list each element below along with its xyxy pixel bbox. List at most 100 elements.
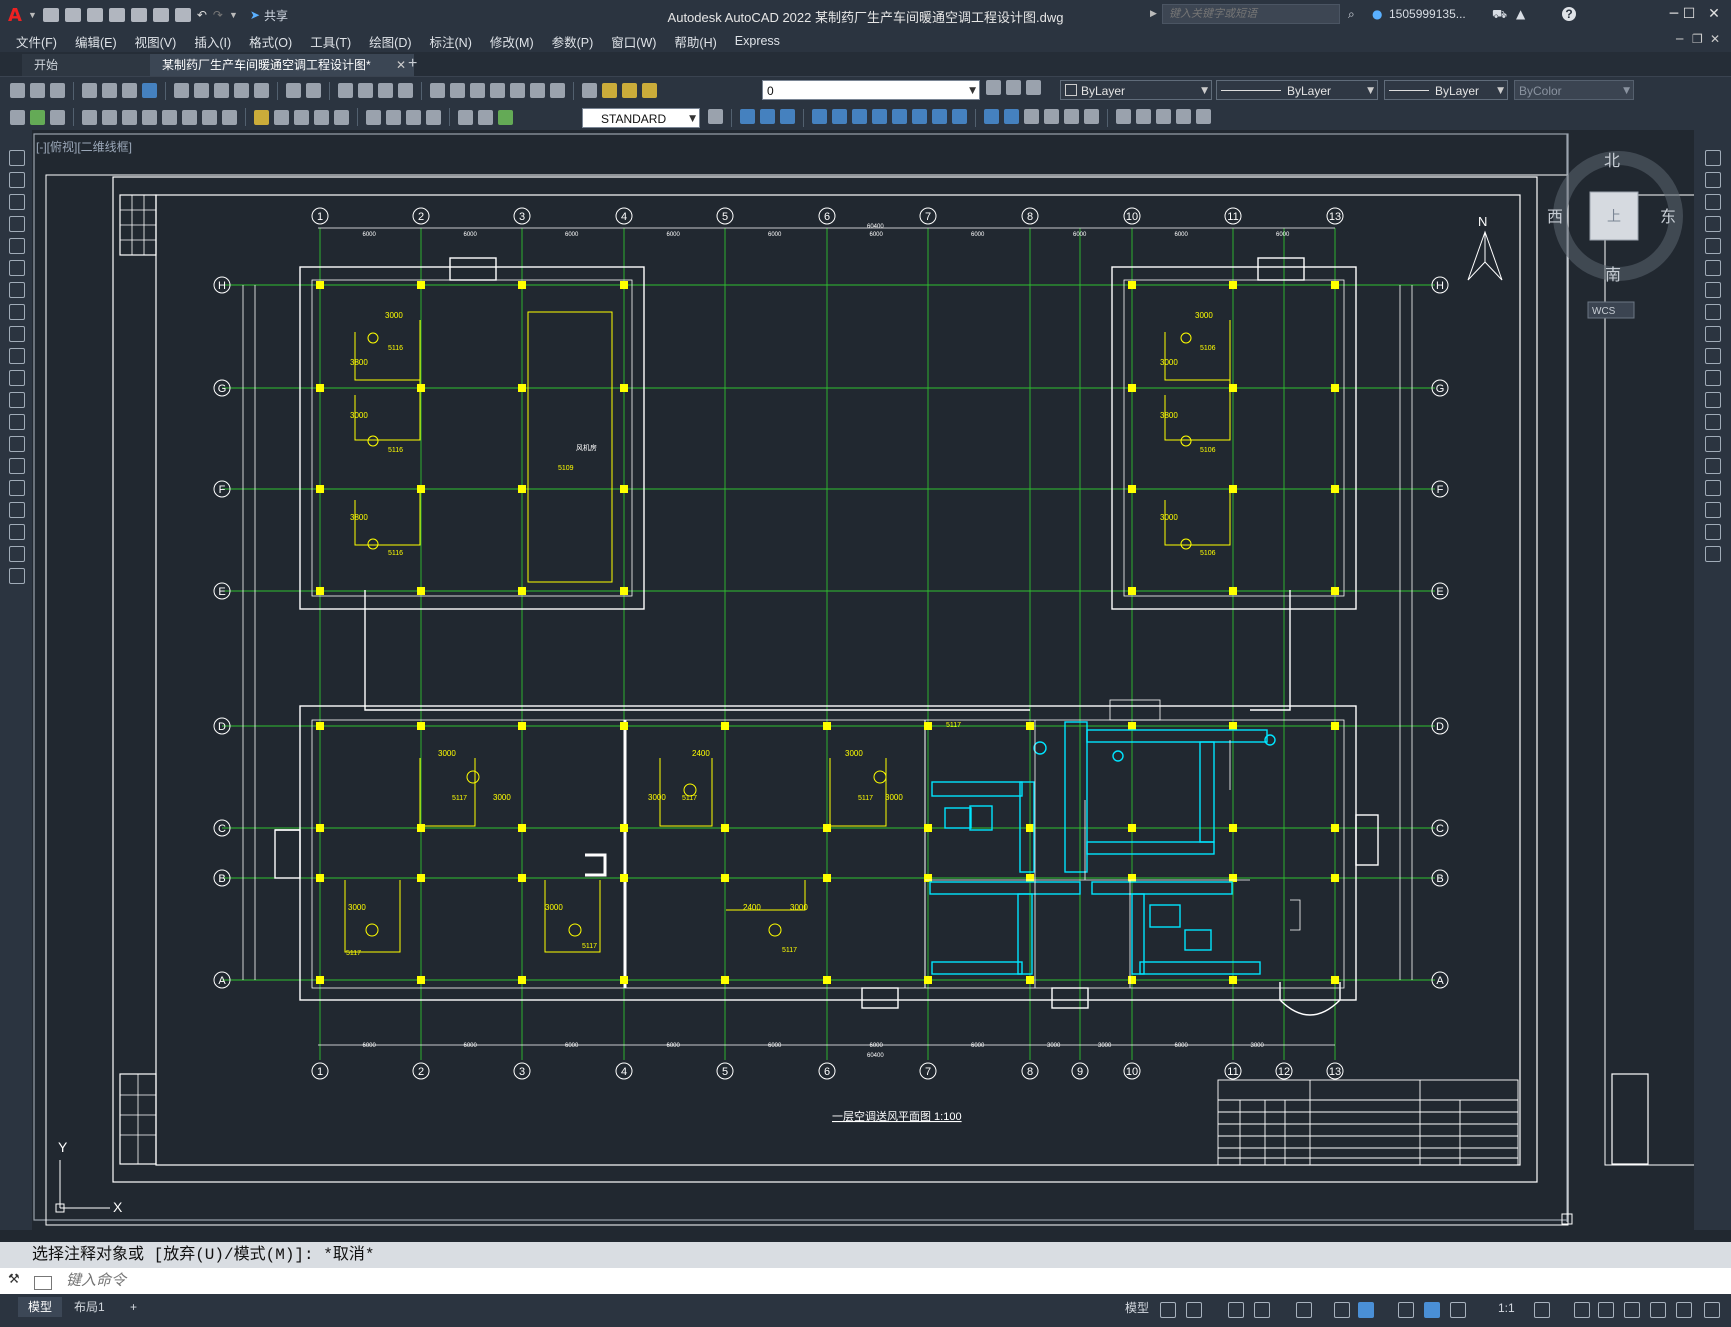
help-icon[interactable]: ?	[1562, 7, 1576, 21]
xline-icon[interactable]	[9, 172, 25, 188]
blend-icon[interactable]	[1705, 502, 1721, 518]
calculator-icon[interactable]	[530, 83, 545, 98]
offset-icon[interactable]	[1705, 216, 1721, 232]
tab-model[interactable]: 模型	[18, 1297, 63, 1317]
dim-baseline-icon[interactable]	[274, 109, 289, 125]
annotation-scale[interactable]: 1:1	[1498, 1300, 1515, 1316]
layer-freeze-icon[interactable]	[622, 83, 637, 98]
make-current-layer-icon[interactable]	[986, 80, 1001, 95]
arc-icon[interactable]	[9, 260, 25, 276]
undo-icon[interactable]	[286, 83, 301, 98]
color-dropdown[interactable]: ByLayer ▼	[1060, 80, 1212, 100]
chamfer-icon[interactable]	[1084, 109, 1099, 124]
auto-scale-icon[interactable]	[1450, 1302, 1466, 1318]
maximize-icon[interactable]: ☐	[1678, 4, 1700, 24]
erase-icon[interactable]	[1705, 150, 1721, 166]
annotation-monitor-icon[interactable]	[1574, 1302, 1590, 1318]
pedit-icon[interactable]	[1196, 109, 1211, 124]
workspace-gear-icon[interactable]	[1534, 1302, 1550, 1318]
pan-icon[interactable]	[338, 83, 353, 98]
cart-icon[interactable]: ⛟	[1492, 7, 1507, 23]
menu-help[interactable]: 帮助(H)	[668, 32, 728, 51]
zoom-window-icon[interactable]	[378, 83, 393, 98]
zoom-realtime-icon[interactable]	[358, 83, 373, 98]
jogged-linear-icon[interactable]	[426, 109, 441, 125]
isolate-objects-icon[interactable]	[1650, 1302, 1666, 1318]
scale-icon[interactable]	[952, 109, 967, 124]
dim-angular-icon[interactable]	[222, 109, 237, 125]
undo-icon[interactable]: ↶	[197, 8, 207, 22]
polygon-icon[interactable]	[9, 216, 25, 232]
layer-match-icon[interactable]	[50, 109, 65, 125]
gradient-icon[interactable]	[9, 480, 25, 496]
linetype-dropdown[interactable]: ByLayer ▼	[1216, 80, 1378, 100]
autocad-logo-icon[interactable]: A	[8, 5, 22, 26]
stretch-icon[interactable]	[1705, 326, 1721, 342]
menu-modify[interactable]: 修改(M)	[484, 32, 546, 51]
group-edit-icon[interactable]	[780, 109, 795, 124]
dimstyle-dropdown[interactable]: STANDARD ▼	[582, 108, 700, 128]
ungroup-icon[interactable]	[760, 109, 775, 124]
tool-palettes-icon[interactable]	[470, 83, 485, 98]
stretch-icon[interactable]	[984, 109, 999, 124]
save-as-icon[interactable]	[108, 8, 125, 22]
open-web-icon[interactable]	[130, 8, 147, 22]
design-center-icon[interactable]	[450, 83, 465, 98]
trim-icon[interactable]	[1004, 109, 1019, 124]
ellipse-icon[interactable]	[9, 348, 25, 364]
rectangle-icon[interactable]	[9, 238, 25, 254]
polyline-icon[interactable]	[9, 194, 25, 210]
new-file-icon[interactable]	[42, 8, 59, 22]
viewcube-north[interactable]: 北	[1604, 152, 1620, 170]
dim-continue-icon[interactable]	[294, 109, 309, 125]
osnap-icon[interactable]	[1358, 1302, 1374, 1318]
block-editor-icon[interactable]	[254, 83, 269, 98]
copy-icon[interactable]	[1705, 172, 1721, 188]
mirror-icon[interactable]	[1705, 194, 1721, 210]
menu-insert[interactable]: 插入(I)	[188, 32, 243, 51]
customize-qat-icon[interactable]: ▼	[229, 10, 238, 20]
reverse-icon[interactable]	[1176, 109, 1191, 124]
move-icon[interactable]	[912, 109, 927, 124]
trim-icon[interactable]	[1705, 348, 1721, 364]
viewcube[interactable]: 上 北 南 东 西 WCS	[1547, 151, 1683, 319]
menu-file[interactable]: 文件(F)	[10, 32, 69, 51]
blend-icon[interactable]	[1156, 109, 1171, 124]
ortho-icon[interactable]	[1228, 1302, 1244, 1318]
snap-icon[interactable]	[1186, 1302, 1202, 1318]
osnap-tracking-icon[interactable]	[1334, 1302, 1350, 1318]
ellipse-arc-icon[interactable]	[9, 370, 25, 386]
redo-icon[interactable]: ↷	[213, 8, 223, 22]
layer-dropdown[interactable]: 0 ▼	[762, 80, 980, 100]
close-window-icon[interactable]: ✕	[1703, 4, 1725, 24]
dim-space-icon[interactable]	[314, 109, 329, 125]
viewcube-east[interactable]: 东	[1660, 208, 1676, 226]
add-selected-icon[interactable]	[9, 568, 25, 584]
redo-icon[interactable]	[306, 83, 321, 98]
layer-on-icon[interactable]	[602, 83, 617, 98]
menu-draw[interactable]: 绘图(D)	[363, 32, 423, 51]
properties-icon[interactable]	[430, 83, 445, 98]
dim-linear-icon[interactable]	[82, 109, 97, 125]
copy-object-icon[interactable]	[832, 109, 847, 124]
grid-icon[interactable]	[1160, 1302, 1176, 1318]
insert-block-icon[interactable]	[9, 392, 25, 408]
layer-make-icon[interactable]	[30, 109, 45, 125]
dim-ordinate-icon[interactable]	[142, 109, 157, 125]
open-icon[interactable]	[30, 83, 45, 98]
save-icon[interactable]	[86, 8, 103, 22]
explode-icon[interactable]	[1705, 524, 1721, 540]
dim-break-icon[interactable]	[334, 109, 349, 125]
break-at-point-icon[interactable]	[1705, 392, 1721, 408]
dim-diameter-icon[interactable]	[202, 109, 217, 125]
tolerance-icon[interactable]	[366, 109, 381, 125]
quick-properties-icon[interactable]	[1624, 1302, 1640, 1318]
user-icon[interactable]: ●	[1372, 7, 1382, 21]
model-space-toggle[interactable]: 模型	[1125, 1300, 1149, 1316]
plot-icon[interactable]	[174, 8, 191, 22]
new-tab-button[interactable]: +	[408, 54, 417, 74]
plot-icon[interactable]	[82, 83, 97, 98]
extend-icon[interactable]	[1705, 370, 1721, 386]
paste-icon[interactable]	[214, 83, 229, 98]
table-icon[interactable]	[9, 524, 25, 540]
